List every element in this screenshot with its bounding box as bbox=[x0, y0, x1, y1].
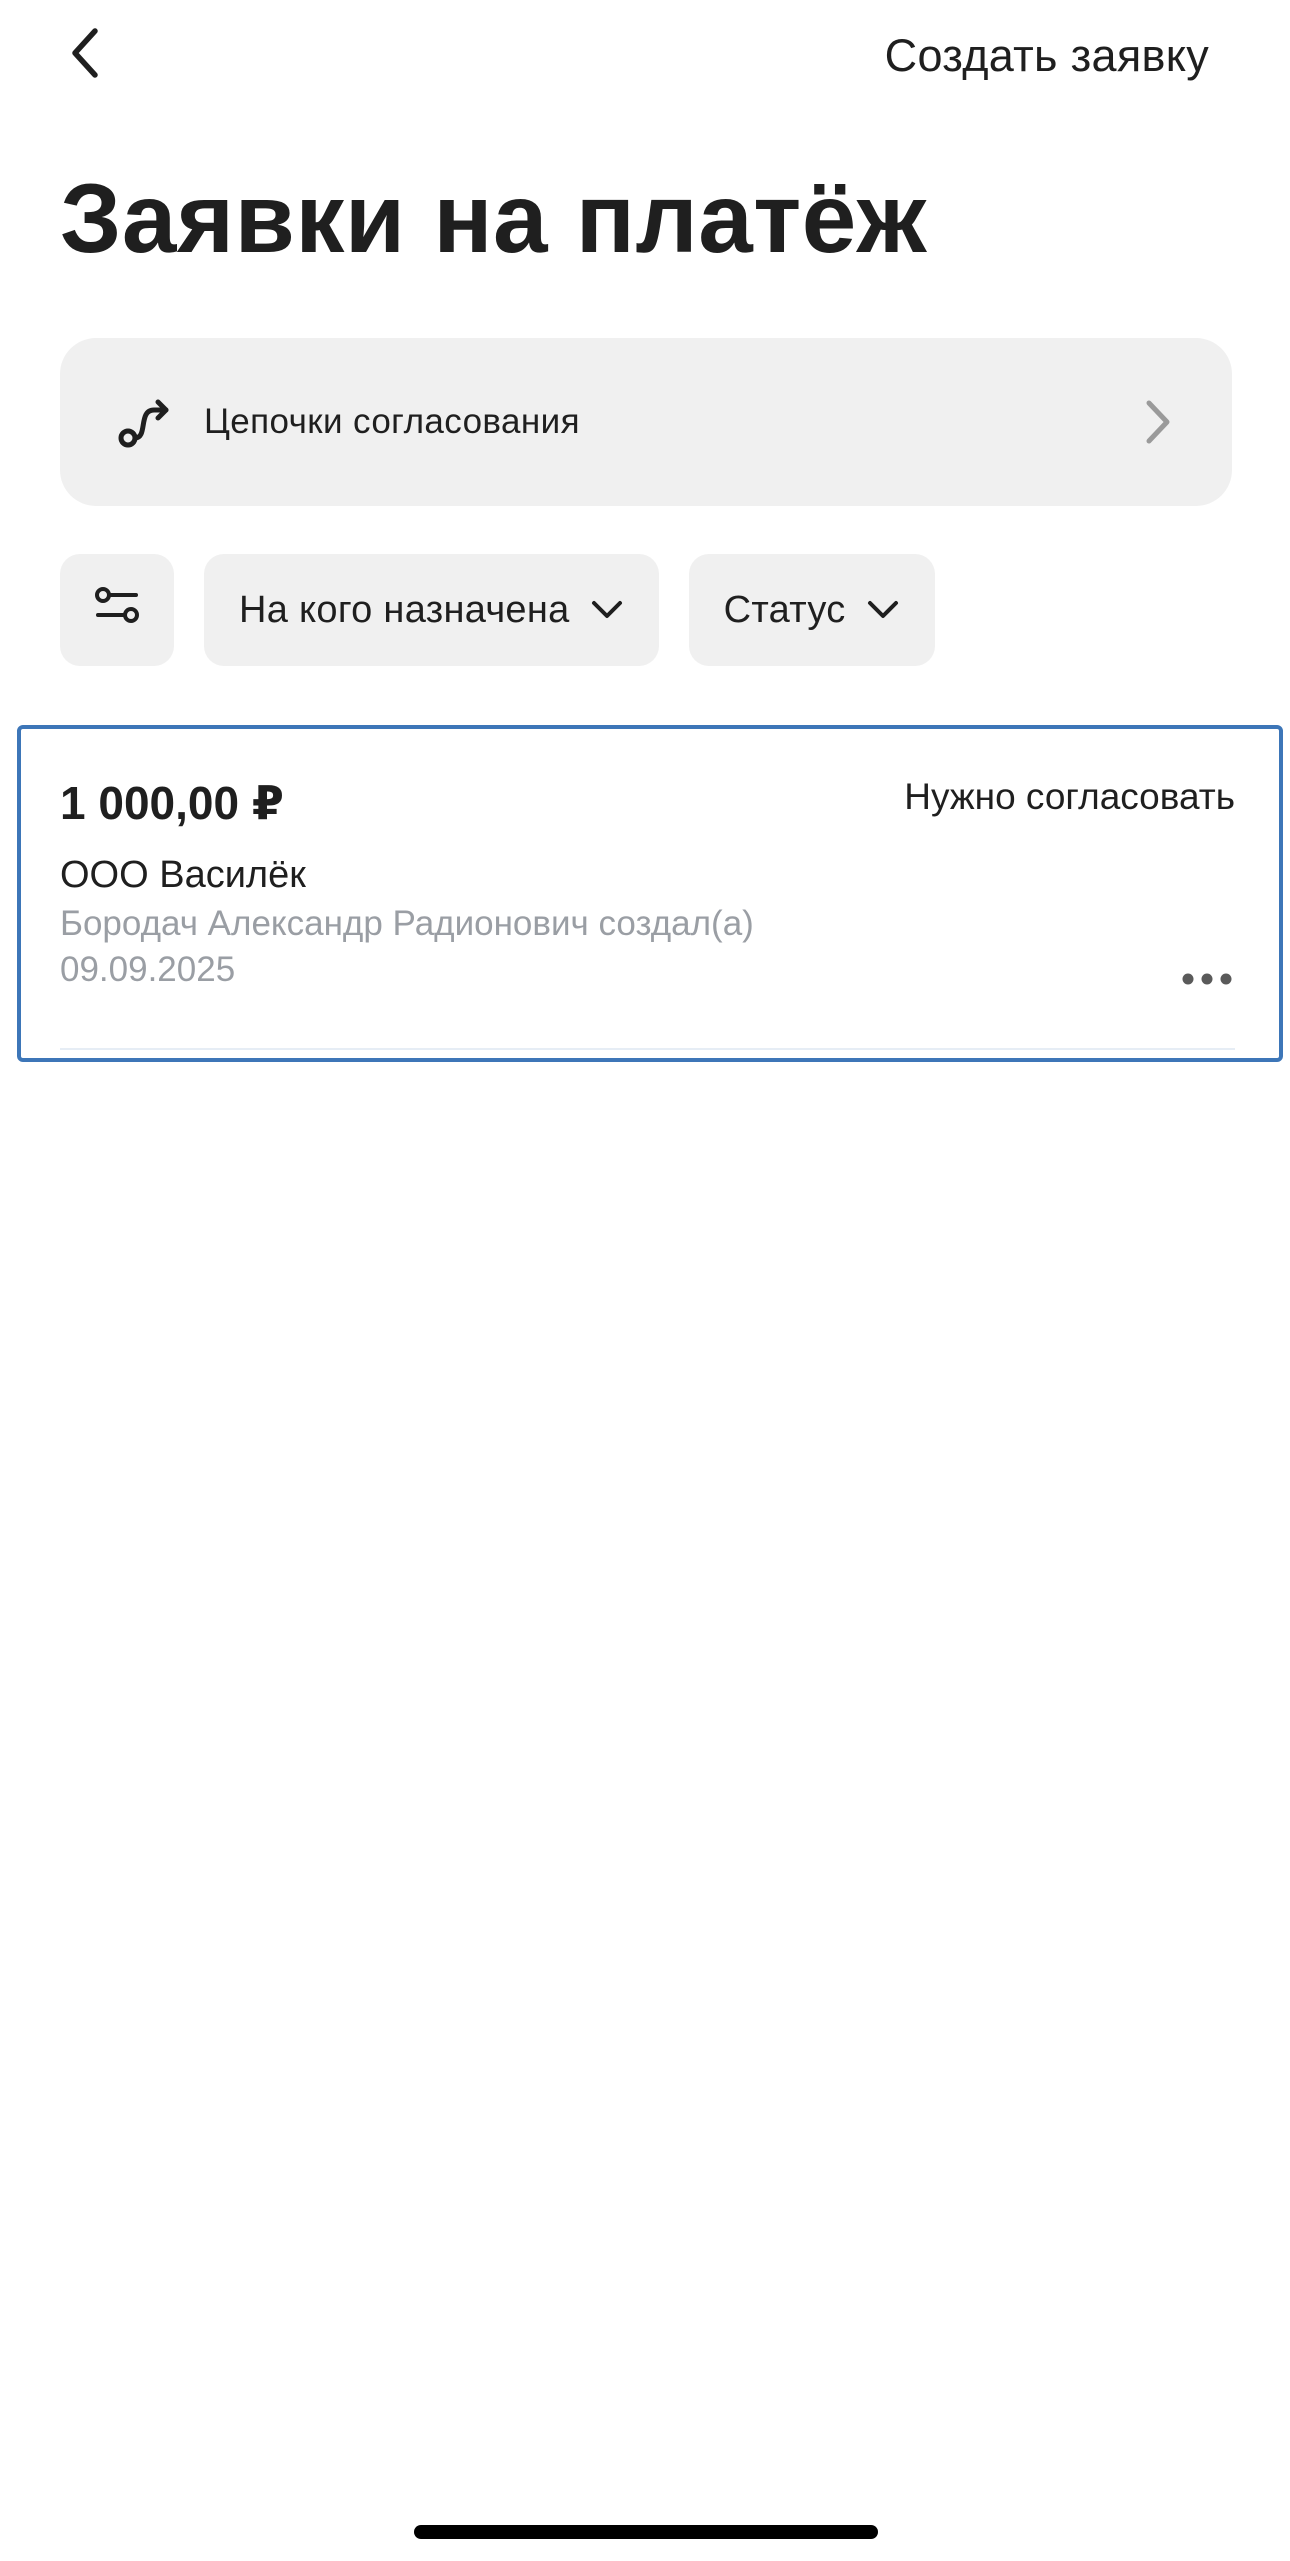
status-filter-dropdown[interactable]: Статус bbox=[688, 554, 935, 666]
assignee-filter-dropdown[interactable]: На кого назначена bbox=[204, 554, 659, 666]
assignee-filter-label: На кого назначена bbox=[239, 588, 570, 631]
request-status: Нужно согласовать bbox=[904, 776, 1235, 817]
more-horizontal-icon bbox=[1181, 972, 1233, 991]
card-divider bbox=[60, 1048, 1235, 1050]
top-bar: Создать заявку bbox=[0, 0, 1290, 120]
chevron-down-icon bbox=[866, 599, 900, 621]
route-icon bbox=[114, 392, 174, 452]
sliders-icon bbox=[92, 580, 142, 640]
chevron-right-icon bbox=[1138, 392, 1178, 452]
page-title: Заявки на платёж bbox=[60, 163, 927, 273]
request-creator: Бородач Александр Радионович создал(а) bbox=[60, 904, 754, 943]
approval-chains-label: Цепочки согласования bbox=[204, 402, 580, 441]
home-indicator[interactable] bbox=[414, 2525, 878, 2539]
more-options-button[interactable] bbox=[1179, 961, 1235, 1001]
request-company: ООО Василёк bbox=[60, 854, 306, 896]
payment-request-card[interactable]: 1 000,00 ₽ Нужно согласовать ООО Василёк… bbox=[17, 725, 1283, 1062]
request-amount: 1 000,00 ₽ bbox=[60, 777, 284, 829]
back-button[interactable] bbox=[50, 20, 120, 90]
filters-row: На кого назначена Статус bbox=[60, 554, 935, 666]
create-request-button[interactable]: Создать заявку bbox=[885, 26, 1209, 86]
chevron-left-icon bbox=[65, 25, 105, 86]
filter-settings-button[interactable] bbox=[60, 554, 174, 666]
chevron-down-icon bbox=[590, 599, 624, 621]
request-date: 09.09.2025 bbox=[60, 950, 236, 989]
status-filter-label: Статус bbox=[723, 588, 846, 631]
approval-chains-button[interactable]: Цепочки согласования bbox=[60, 338, 1232, 506]
